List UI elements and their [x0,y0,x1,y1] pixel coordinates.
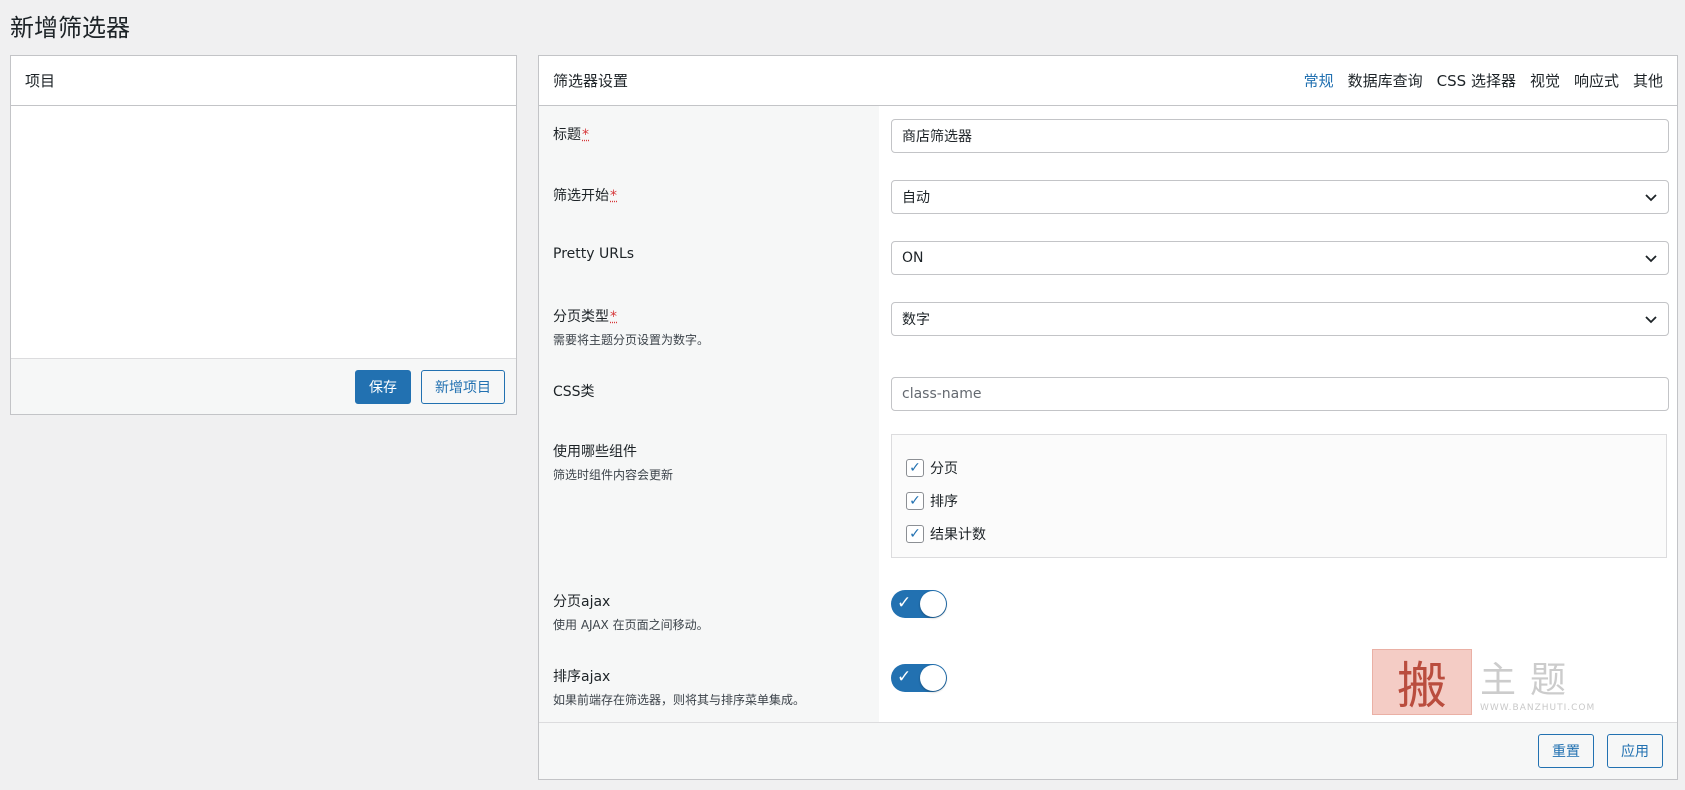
items-panel-header: 项目 [11,56,516,106]
component-option-label: 排序 [930,493,958,510]
apply-button[interactable]: 应用 [1607,734,1663,768]
component-option-label: 结果计数 [930,526,986,543]
component-option-label: 分页 [930,460,958,477]
checkbox-checked-icon[interactable]: ✓ [906,524,924,543]
items-list [11,106,516,358]
tab-visual[interactable]: 视觉 [1530,70,1560,91]
tab-general[interactable]: 常规 [1304,70,1334,91]
filter-start-label-text: 筛选开始 [553,188,609,204]
items-panel-footer: 保存 新增项目 [11,358,516,414]
settings-header: 筛选器设置 常规 数据库查询 CSS 选择器 视觉 响应式 其他 [539,56,1677,106]
check-icon: ✓ [897,667,912,687]
pagination-type-select[interactable]: 数字 [891,302,1669,336]
chevron-down-icon [1645,255,1657,263]
components-checkbox-group: ✓ 分页 ✓ 排序 ✓ 结果计数 [891,434,1667,558]
filter-start-value: 自动 [902,190,930,206]
checkbox-checked-icon[interactable]: ✓ [906,458,924,477]
component-option-pagination[interactable]: ✓ 分页 [906,451,1652,484]
component-option-result-count[interactable]: ✓ 结果计数 [906,517,1652,550]
pretty-urls-value: ON [902,250,924,266]
pagination-ajax-label-text: 分页ajax [553,594,611,610]
filter-start-select[interactable]: 自动 [891,180,1669,214]
pagination-ajax-toggle[interactable]: ✓ [891,590,947,618]
pagination-type-label-text: 分页类型 [553,309,609,325]
pagination-type-value: 数字 [902,312,930,328]
css-class-label: CSS类 [553,384,595,400]
components-label: 使用哪些组件 筛选时组件内容会更新 [553,441,673,483]
tab-other[interactable]: 其他 [1633,70,1663,91]
watermark-logo: 搬 主题 WWW.BANZHUTI.COM [1372,648,1602,716]
tab-responsive[interactable]: 响应式 [1574,70,1619,91]
pagination-type-desc: 需要将主题分页设置为数字。 [553,333,710,347]
sort-ajax-label: 排序ajax 如果前端存在筛选器，则将其与排序菜单集成。 [553,666,805,708]
title-label: 标题* [553,124,589,144]
sort-ajax-desc: 如果前端存在筛选器，则将其与排序菜单集成。 [553,693,806,707]
watermark-url: WWW.BANZHUTI.COM [1480,703,1596,713]
css-class-input[interactable]: class-name [891,377,1669,411]
sort-ajax-label-text: 排序ajax [553,669,611,685]
chevron-down-icon [1645,316,1657,324]
chevron-down-icon [1645,194,1657,202]
tab-database-query[interactable]: 数据库查询 [1348,70,1423,91]
watermark-main: 主题 [1480,660,1581,701]
settings-title: 筛选器设置 [553,72,629,90]
items-panel: 项目 保存 新增项目 [10,55,517,415]
filter-start-label: 筛选开始* [553,185,617,205]
required-marker: * [582,127,589,143]
field-column: 商店筛选器 自动 ON 数字 class-name ✓ 分页 ✓ 排序 ✓ 结果… [879,106,1677,722]
title-label-text: 标题 [553,127,581,143]
page-title: 新增筛选器 [10,14,130,42]
toggle-knob [920,665,946,691]
pagination-ajax-desc: 使用 AJAX 在页面之间移动。 [553,618,709,632]
required-marker: * [610,188,617,204]
add-item-button[interactable]: 新增项目 [421,369,505,404]
required-marker: * [610,309,617,325]
settings-footer: 重置 应用 [539,722,1677,779]
components-label-text: 使用哪些组件 [553,444,637,460]
components-desc: 筛选时组件内容会更新 [553,468,674,482]
pretty-urls-label: Pretty URLs [553,246,635,262]
watermark-text: 主题 WWW.BANZHUTI.COM [1480,651,1595,713]
save-button[interactable]: 保存 [355,369,411,404]
toggle-knob [920,591,946,617]
items-panel-title: 项目 [25,72,56,90]
sort-ajax-toggle[interactable]: ✓ [891,664,947,692]
component-option-sorting[interactable]: ✓ 排序 [906,484,1652,517]
watermark-seal: 搬 [1372,649,1472,715]
settings-tabs: 常规 数据库查询 CSS 选择器 视觉 响应式 其他 [1304,70,1663,91]
pagination-ajax-label: 分页ajax 使用 AJAX 在页面之间移动。 [553,591,709,633]
label-column: 标题* 筛选开始* Pretty URLs 分页类型* 需要将主题分页设置为数字… [539,106,879,722]
settings-body: 标题* 筛选开始* Pretty URLs 分页类型* 需要将主题分页设置为数字… [539,106,1677,722]
pretty-urls-select[interactable]: ON [891,241,1669,275]
tab-css-selector[interactable]: CSS 选择器 [1437,70,1516,91]
pagination-type-label: 分页类型* 需要将主题分页设置为数字。 [553,306,709,348]
check-icon: ✓ [897,593,912,613]
checkbox-checked-icon[interactable]: ✓ [906,491,924,510]
title-input[interactable]: 商店筛选器 [891,119,1669,153]
reset-button[interactable]: 重置 [1538,734,1594,768]
